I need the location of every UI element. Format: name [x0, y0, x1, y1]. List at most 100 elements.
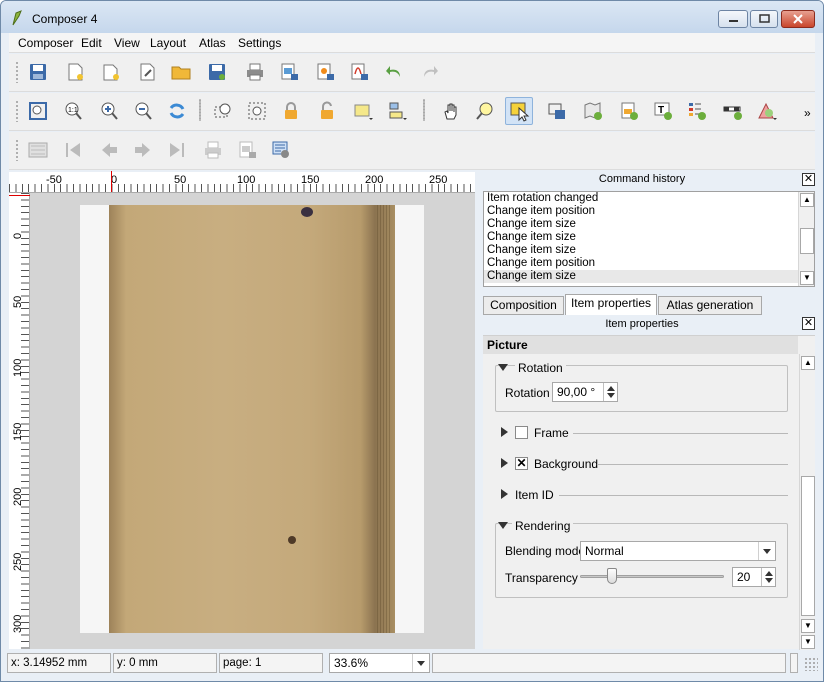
- chevron-down-icon[interactable]: [758, 542, 775, 560]
- rotation-stepper[interactable]: [603, 383, 617, 401]
- minimize-button[interactable]: [718, 10, 748, 28]
- scroll-thumb[interactable]: [801, 476, 815, 616]
- menu-settings[interactable]: Settings: [238, 36, 281, 50]
- scroll-up-icon[interactable]: ▲: [800, 193, 814, 207]
- add-scalebar-button[interactable]: [719, 97, 747, 125]
- picture-item[interactable]: [109, 205, 395, 633]
- collapse-rotation-icon[interactable]: [498, 364, 508, 371]
- toolbar-grip[interactable]: [15, 100, 19, 122]
- add-shape-button[interactable]: [753, 97, 781, 125]
- zoom-tool-button[interactable]: [471, 97, 499, 125]
- zoom-full-button[interactable]: [24, 97, 52, 125]
- close-history-panel-button[interactable]: ✕: [802, 173, 815, 186]
- add-image-button[interactable]: [615, 97, 643, 125]
- save-template-button[interactable]: [203, 58, 231, 86]
- chevron-down-icon[interactable]: [412, 654, 429, 672]
- export-svg-button[interactable]: [311, 58, 339, 86]
- scroll-down-icon[interactable]: ▼: [801, 619, 815, 633]
- scroll-up-icon[interactable]: ▲: [801, 356, 815, 370]
- background-checkbox[interactable]: ✕: [515, 457, 528, 470]
- toolbar-overflow-icon[interactable]: »: [804, 106, 811, 120]
- list-item[interactable]: Change item size: [484, 244, 814, 257]
- menu-layout[interactable]: Layout: [150, 36, 186, 50]
- pan-button[interactable]: [437, 97, 465, 125]
- resize-grip-icon[interactable]: [804, 657, 818, 671]
- list-item[interactable]: Change item size: [484, 270, 814, 283]
- item-id-label[interactable]: Item ID: [515, 488, 554, 502]
- move-content-button[interactable]: [243, 97, 271, 125]
- load-template-button[interactable]: [167, 58, 195, 86]
- collapse-rendering-icon[interactable]: [498, 522, 508, 529]
- last-feature-button[interactable]: [163, 136, 191, 164]
- export-atlas-button[interactable]: [233, 136, 261, 164]
- step-up-icon[interactable]: [607, 386, 615, 391]
- expand-frame-icon[interactable]: [501, 427, 508, 437]
- print-button[interactable]: [241, 58, 269, 86]
- list-item[interactable]: Change item position: [484, 205, 814, 218]
- refresh-button[interactable]: [163, 97, 191, 125]
- transparency-stepper[interactable]: [761, 568, 775, 586]
- composer-canvas[interactable]: [30, 193, 475, 649]
- rotation-group-label[interactable]: Rotation: [515, 361, 566, 375]
- select-move-item-button[interactable]: [505, 97, 533, 125]
- command-history-list[interactable]: Item rotation changed Change item positi…: [483, 191, 815, 287]
- zoom-out-button[interactable]: [129, 97, 157, 125]
- close-button[interactable]: [781, 10, 815, 28]
- expand-item-id-icon[interactable]: [501, 489, 508, 499]
- add-legend-button[interactable]: [683, 97, 711, 125]
- atlas-settings-button[interactable]: [267, 136, 295, 164]
- select-item-button[interactable]: [209, 97, 237, 125]
- toolbar-grip[interactable]: [15, 61, 19, 83]
- zoom-select[interactable]: 33.6%: [329, 653, 430, 673]
- list-item[interactable]: Item rotation changed: [484, 192, 814, 205]
- composer-manager-button[interactable]: [133, 58, 161, 86]
- undo-button[interactable]: [381, 58, 409, 86]
- list-item[interactable]: Change item position: [484, 257, 814, 270]
- add-new-map-button[interactable]: [579, 97, 607, 125]
- tab-atlas-generation[interactable]: Atlas generation: [658, 296, 762, 315]
- close-properties-panel-button[interactable]: ✕: [802, 317, 815, 330]
- print-atlas-button[interactable]: [199, 136, 227, 164]
- menu-view[interactable]: View: [114, 36, 140, 50]
- panel-splitter[interactable]: [475, 172, 483, 649]
- previous-feature-button[interactable]: [95, 136, 123, 164]
- first-feature-button[interactable]: [59, 136, 87, 164]
- preview-atlas-button[interactable]: [24, 136, 52, 164]
- expand-background-icon[interactable]: [501, 458, 508, 468]
- step-down-icon[interactable]: [607, 393, 615, 398]
- duplicate-composer-button[interactable]: [97, 58, 125, 86]
- align-items-button[interactable]: [383, 97, 411, 125]
- rotation-spinbox[interactable]: [552, 382, 618, 402]
- rendering-group-label[interactable]: Rendering: [512, 519, 574, 533]
- export-pdf-button[interactable]: [345, 58, 373, 86]
- history-scrollbar[interactable]: ▲ ▼: [798, 192, 814, 286]
- transparency-spinbox[interactable]: [732, 567, 776, 587]
- scroll-bottom-icon[interactable]: ▼: [801, 635, 815, 649]
- menu-atlas[interactable]: Atlas: [199, 36, 226, 50]
- menu-composer[interactable]: Composer: [18, 36, 73, 50]
- save-button[interactable]: [24, 58, 52, 86]
- transparency-slider[interactable]: [580, 575, 724, 578]
- unlock-button[interactable]: [313, 97, 341, 125]
- frame-label[interactable]: Frame: [534, 426, 569, 440]
- menu-edit[interactable]: Edit: [81, 36, 102, 50]
- scroll-thumb[interactable]: [800, 228, 814, 254]
- tab-item-properties[interactable]: Item properties: [565, 294, 657, 315]
- composer-page[interactable]: [80, 205, 424, 633]
- maximize-button[interactable]: [750, 10, 778, 28]
- properties-scrollbar[interactable]: ▲ ▼ ▼: [799, 354, 815, 650]
- list-item[interactable]: Change item size: [484, 231, 814, 244]
- step-down-icon[interactable]: [765, 578, 773, 583]
- step-up-icon[interactable]: [765, 571, 773, 576]
- scroll-down-icon[interactable]: ▼: [800, 271, 814, 285]
- add-label-button[interactable]: T: [649, 97, 677, 125]
- new-composer-button[interactable]: [61, 58, 89, 86]
- lock-button[interactable]: [277, 97, 305, 125]
- zoom-actual-button[interactable]: 1:1: [59, 97, 87, 125]
- list-item[interactable]: Change item size: [484, 218, 814, 231]
- zoom-in-button[interactable]: [95, 97, 123, 125]
- export-image-button[interactable]: [275, 58, 303, 86]
- frame-checkbox[interactable]: [515, 426, 528, 439]
- move-item-content-button[interactable]: [543, 97, 571, 125]
- group-items-button[interactable]: [349, 97, 377, 125]
